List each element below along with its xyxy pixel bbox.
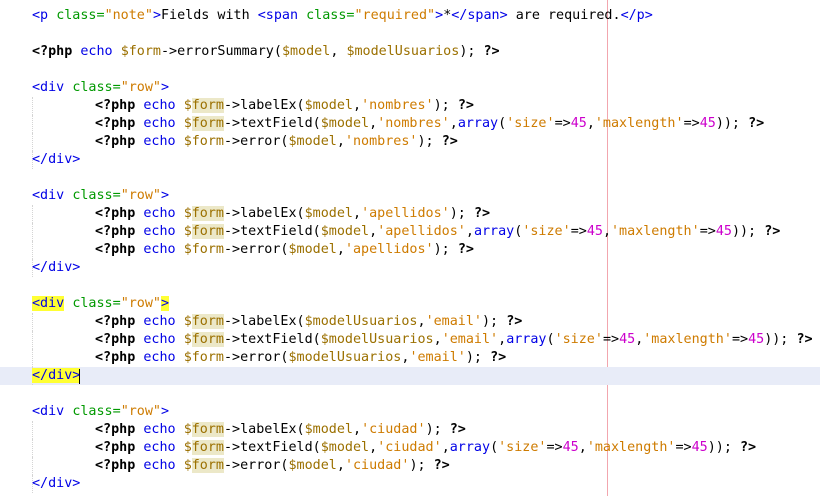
code-line[interactable]: <p class="note">Fields with <span class=… — [0, 7, 820, 25]
indent-guide — [32, 205, 33, 223]
code-line[interactable]: </div> — [0, 367, 820, 385]
code-text: <?php echo $form->error($model,'nombres'… — [95, 134, 458, 149]
code-line[interactable] — [0, 25, 820, 43]
code-text: <?php echo $form->errorSummary($model, $… — [32, 44, 500, 59]
code-text: </div> — [32, 368, 81, 383]
code-text: <?php echo $form->error($modelUsuarios,'… — [95, 350, 507, 365]
code-line[interactable]: <?php echo $form->labelEx($model,'apelli… — [0, 205, 820, 223]
code-text: <?php echo $form->labelEx($modelUsuarios… — [95, 314, 523, 329]
code-text: <?php echo $form->error($model,'ciudad')… — [95, 458, 450, 473]
code-line[interactable]: </div> — [0, 475, 820, 493]
code-text: <div class="row"> — [32, 80, 170, 95]
code-line[interactable]: </div> — [0, 259, 820, 277]
code-text: <?php echo $form->textField($modelUsuari… — [95, 332, 813, 347]
indent-guide — [32, 133, 33, 151]
code-text: <?php echo $form->error($model,'apellido… — [95, 242, 474, 257]
code-line[interactable]: <?php echo $form->textField($model,'apel… — [0, 223, 820, 241]
indent-guide — [32, 349, 33, 367]
code-line[interactable]: <?php echo $form->labelEx($model,'nombre… — [0, 97, 820, 115]
code-text: <?php echo $form->textField($model,'nomb… — [95, 116, 765, 131]
code-line[interactable]: <?php echo $form->textField($model,'nomb… — [0, 115, 820, 133]
code-text: </div> — [32, 152, 81, 167]
code-line[interactable]: <?php echo $form->errorSummary($model, $… — [0, 43, 820, 61]
code-line[interactable]: <?php echo $form->textField($modelUsuari… — [0, 331, 820, 349]
code-line[interactable]: <?php echo $form->labelEx($modelUsuarios… — [0, 313, 820, 331]
code-text: <?php echo $form->textField($model,'apel… — [95, 224, 781, 239]
code-line[interactable]: <?php echo $form->error($model,'nombres'… — [0, 133, 820, 151]
indent-guide — [32, 223, 33, 241]
indent-guide — [32, 313, 33, 331]
code-line[interactable]: <div class="row"> — [0, 295, 820, 313]
code-line[interactable]: <div class="row"> — [0, 79, 820, 97]
code-line[interactable]: <?php echo $form->textField($model,'ciud… — [0, 439, 820, 457]
code-line[interactable]: <?php echo $form->labelEx($model,'ciudad… — [0, 421, 820, 439]
indent-guide — [32, 331, 33, 349]
code-line[interactable]: <div class="row"> — [0, 403, 820, 421]
code-line[interactable]: <div class="row"> — [0, 187, 820, 205]
code-text: <?php echo $form->labelEx($model,'apelli… — [95, 206, 491, 221]
code-line[interactable]: <?php echo $form->error($model,'apellido… — [0, 241, 820, 259]
indent-guide — [32, 421, 33, 439]
text-caret — [79, 369, 80, 384]
code-text: <div class="row"> — [32, 188, 170, 203]
code-line[interactable] — [0, 277, 820, 295]
code-line[interactable]: <?php echo $form->error($model,'ciudad')… — [0, 457, 820, 475]
code-text: <p class="note">Fields with <span class=… — [32, 8, 653, 23]
code-editor[interactable]: <p class="note">Fields with <span class=… — [0, 0, 820, 496]
code-line[interactable] — [0, 61, 820, 79]
code-text: <?php echo $form->labelEx($model,'nombre… — [95, 98, 474, 113]
indent-guide — [32, 241, 33, 259]
code-text: <?php echo $form->labelEx($model,'ciudad… — [95, 422, 466, 437]
code-line[interactable]: <?php echo $form->error($modelUsuarios,'… — [0, 349, 820, 367]
indent-guide — [32, 457, 33, 475]
indent-guide — [32, 97, 33, 115]
indent-guide — [32, 115, 33, 133]
indent-guide — [32, 439, 33, 457]
code-text: <div class="row"> — [32, 404, 170, 419]
code-line[interactable] — [0, 169, 820, 187]
code-line[interactable] — [0, 385, 820, 403]
code-text: <?php echo $form->textField($model,'ciud… — [95, 440, 757, 455]
code-text: </div> — [32, 260, 81, 275]
code-line[interactable]: </div> — [0, 151, 820, 169]
code-text: </div> — [32, 476, 81, 491]
code-text: <div class="row"> — [32, 296, 170, 311]
